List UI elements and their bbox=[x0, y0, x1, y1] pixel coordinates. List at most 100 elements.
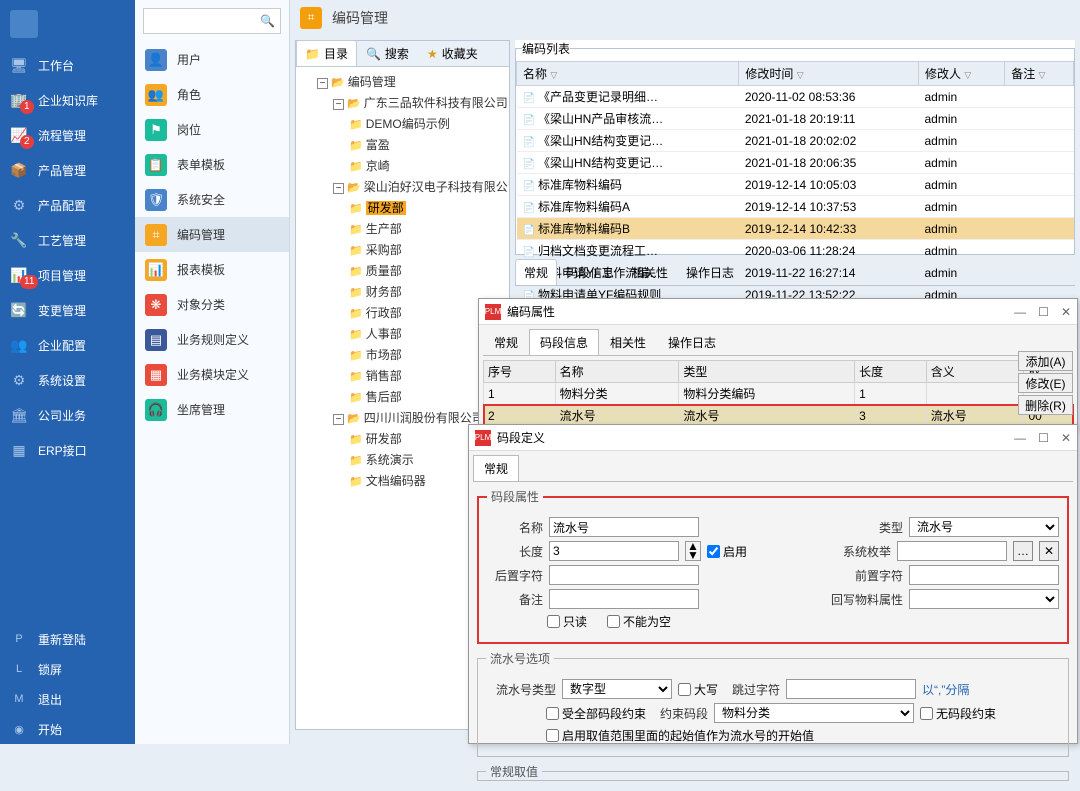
notempty-checkbox[interactable] bbox=[607, 615, 620, 628]
seg-select[interactable]: 物料分类 bbox=[714, 703, 914, 723]
tree-node[interactable]: 生产部 bbox=[349, 219, 504, 240]
d1-col-header[interactable]: 名称 bbox=[555, 361, 679, 383]
close-icon[interactable]: ✕ bbox=[1061, 305, 1071, 319]
writeback-select[interactable] bbox=[909, 589, 1059, 609]
d1-col-header[interactable]: 长度 bbox=[855, 361, 927, 383]
dialog1-tab[interactable]: 码段信息 bbox=[529, 329, 599, 355]
upper-checkbox[interactable] bbox=[678, 683, 691, 696]
list-row[interactable]: 标准库物料编码A2019-12-14 10:37:53admin bbox=[517, 196, 1074, 218]
sidebar-item[interactable]: ▦业务模块定义 bbox=[135, 357, 289, 392]
nav-item[interactable]: 🔄变更管理 bbox=[0, 293, 135, 328]
sidebar-item[interactable]: 📊报表模板 bbox=[135, 252, 289, 287]
noseg-checkbox[interactable] bbox=[920, 707, 933, 720]
maximize-icon[interactable]: ☐ bbox=[1038, 431, 1049, 445]
tree-node[interactable]: 采购部 bbox=[349, 240, 504, 261]
minimize-icon[interactable]: — bbox=[1014, 431, 1026, 445]
tree-node[interactable]: 京崎 bbox=[349, 156, 504, 177]
nav-item[interactable]: 🏢企业知识库 bbox=[0, 83, 135, 118]
dialog1-tab[interactable]: 操作日志 bbox=[657, 329, 727, 355]
sidebar-item[interactable]: 📋表单模板 bbox=[135, 147, 289, 182]
list-row[interactable]: 《梁山HN结构变更记…2021-01-18 20:06:35admin bbox=[517, 152, 1074, 174]
d1-col-header[interactable]: 类型 bbox=[679, 361, 855, 383]
nav-bottom-item[interactable]: M退出 bbox=[0, 684, 135, 714]
tree-tab[interactable]: 📁目录 bbox=[296, 40, 357, 66]
tree-toggle-icon[interactable]: − bbox=[333, 414, 344, 425]
search-icon[interactable]: 🔍 bbox=[260, 14, 275, 28]
nav-item[interactable]: 🔧工艺管理 bbox=[0, 223, 135, 258]
tree-node[interactable]: 富盈 bbox=[349, 135, 504, 156]
d1-button[interactable]: 添加(A) bbox=[1018, 351, 1073, 371]
serial-type-select[interactable]: 数字型 bbox=[562, 679, 672, 699]
nav-bottom-item[interactable]: P重新登陆 bbox=[0, 624, 135, 654]
list-row[interactable]: 《梁山HN结构变更记…2021-01-18 20:02:02admin bbox=[517, 130, 1074, 152]
maximize-icon[interactable]: ☐ bbox=[1038, 305, 1049, 319]
enum-clear-button[interactable]: ✕ bbox=[1039, 541, 1059, 561]
d1-row[interactable]: 1物料分类物料分类编码1 bbox=[484, 383, 1073, 405]
nav-item[interactable]: 📊项目管理 bbox=[0, 258, 135, 293]
tree-tab[interactable]: ★收藏夹 bbox=[418, 40, 487, 66]
nav-item[interactable]: 📈流程管理 bbox=[0, 118, 135, 153]
col-header[interactable]: 修改时间 ▽ bbox=[739, 62, 919, 86]
sort-icon[interactable]: ▽ bbox=[797, 70, 804, 80]
tree-toggle-icon[interactable]: − bbox=[333, 183, 344, 194]
tree-node[interactable]: 研发部 bbox=[349, 198, 504, 219]
range-checkbox[interactable] bbox=[546, 729, 559, 742]
col-header[interactable]: 名称 ▽ bbox=[517, 62, 739, 86]
dialog1-tab[interactable]: 常规 bbox=[483, 329, 529, 355]
sidebar-item[interactable]: ⚑岗位 bbox=[135, 112, 289, 147]
allseg-checkbox[interactable] bbox=[546, 707, 559, 720]
col-header[interactable]: 备注 ▽ bbox=[1005, 62, 1074, 86]
dialog1-tab[interactable]: 相关性 bbox=[599, 329, 657, 355]
sort-icon[interactable]: ▽ bbox=[550, 70, 557, 80]
nav-item[interactable]: ⚙产品配置 bbox=[0, 188, 135, 223]
minimize-icon[interactable]: — bbox=[1014, 305, 1026, 319]
dialog1-titlebar[interactable]: PLM 编码属性 — ☐ ✕ bbox=[479, 299, 1077, 325]
enum-browse-button[interactable]: … bbox=[1013, 541, 1033, 561]
len-input[interactable] bbox=[549, 541, 679, 561]
dialog1-table[interactable]: 序号名称类型长度含义取 1物料分类物料分类编码12流水号流水号3流水号00 bbox=[483, 360, 1073, 427]
detail-tab[interactable]: 码段信息 bbox=[557, 259, 623, 285]
tree-toggle-icon[interactable]: − bbox=[333, 99, 344, 110]
name-input[interactable] bbox=[549, 517, 699, 537]
search-input[interactable] bbox=[149, 14, 260, 28]
dialog2-tab-general[interactable]: 常规 bbox=[473, 455, 519, 481]
close-icon[interactable]: ✕ bbox=[1061, 431, 1071, 445]
nav-item[interactable]: 🖥工作台 bbox=[0, 48, 135, 83]
nav-item[interactable]: ⚙系统设置 bbox=[0, 363, 135, 398]
sidebar-item[interactable]: 🎧坐席管理 bbox=[135, 392, 289, 427]
list-row[interactable]: 《产品变更记录明细…2020-11-02 08:53:36admin bbox=[517, 86, 1074, 108]
suffix-input[interactable] bbox=[549, 565, 699, 585]
type-select[interactable]: 流水号 bbox=[909, 517, 1059, 537]
remark-input[interactable] bbox=[549, 589, 699, 609]
avatar[interactable] bbox=[10, 10, 38, 38]
nav-item[interactable]: 🏛公司业务 bbox=[0, 398, 135, 433]
skip-input[interactable] bbox=[786, 679, 916, 699]
nav-item[interactable]: 👥企业配置 bbox=[0, 328, 135, 363]
nav-bottom-item[interactable]: L锁屏 bbox=[0, 654, 135, 684]
sidebar-item[interactable]: ⌗编码管理 bbox=[135, 217, 289, 252]
tree-node[interactable]: 质量部 bbox=[349, 261, 504, 282]
list-row[interactable]: 标准库物料编码B2019-12-14 10:42:33admin bbox=[517, 218, 1074, 240]
sort-icon[interactable]: ▽ bbox=[1039, 70, 1046, 80]
list-row[interactable]: 《梁山HN产品审核流…2021-01-18 20:19:11admin bbox=[517, 108, 1074, 130]
search-box[interactable]: 🔍 bbox=[143, 8, 281, 34]
enable-checkbox[interactable] bbox=[707, 545, 720, 558]
detail-tab[interactable]: 常规 bbox=[515, 259, 557, 285]
d1-col-header[interactable]: 序号 bbox=[484, 361, 556, 383]
nav-item[interactable]: 📦产品管理 bbox=[0, 153, 135, 188]
d1-col-header[interactable]: 含义 bbox=[926, 361, 1024, 383]
detail-tab[interactable]: 操作日志 bbox=[677, 259, 743, 285]
sort-icon[interactable]: ▽ bbox=[964, 70, 971, 80]
d1-button[interactable]: 修改(E) bbox=[1018, 373, 1073, 393]
col-header[interactable]: 修改人 ▽ bbox=[918, 62, 1004, 86]
d1-button[interactable]: 删除(R) bbox=[1018, 395, 1073, 415]
sidebar-item[interactable]: 🛡系统安全 bbox=[135, 182, 289, 217]
nav-bottom-item[interactable]: ◉开始 bbox=[0, 714, 135, 744]
prefix-input[interactable] bbox=[909, 565, 1059, 585]
sidebar-item[interactable]: 👤用户 bbox=[135, 42, 289, 77]
list-row[interactable]: 标准库物料编码2019-12-14 10:05:03admin bbox=[517, 174, 1074, 196]
len-stepper[interactable]: ▲▼ bbox=[685, 541, 701, 561]
nav-item[interactable]: ▦ERP接口 bbox=[0, 433, 135, 468]
tree-node[interactable]: DEMO编码示例 bbox=[349, 114, 504, 135]
detail-tab[interactable]: 相关性 bbox=[623, 259, 677, 285]
